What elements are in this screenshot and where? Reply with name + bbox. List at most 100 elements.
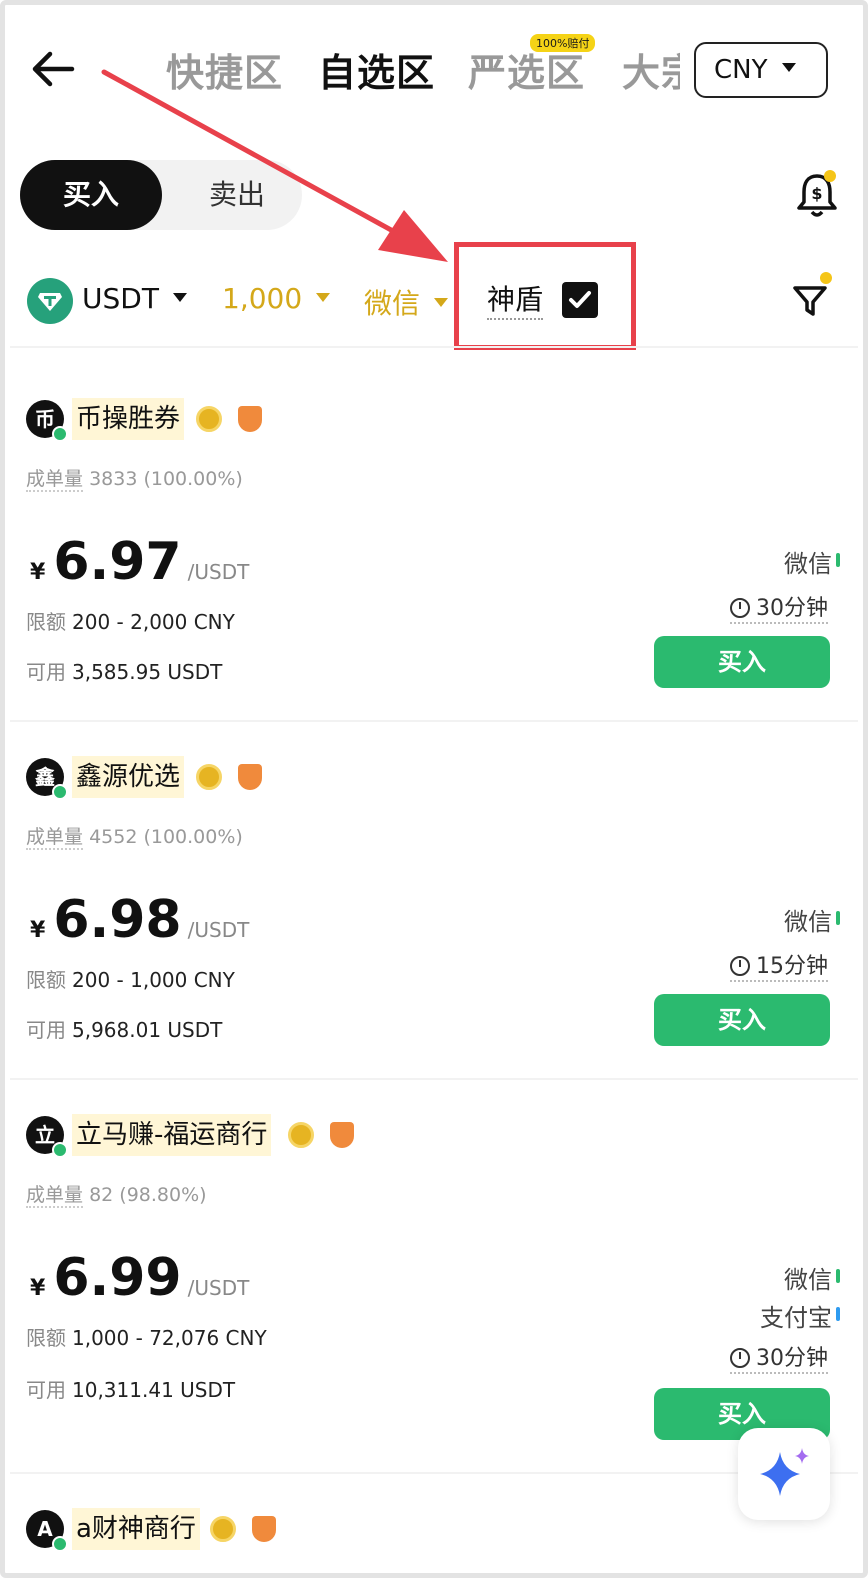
price-unit: /USDT (187, 918, 250, 942)
price-value: 6.98 (53, 890, 182, 950)
currency-symbol: ¥ (30, 918, 46, 943)
price-unit: /USDT (187, 1276, 250, 1300)
shield-badge-icon (252, 1516, 276, 1542)
orders-label: 成单量 (26, 1184, 84, 1208)
payment-method: 微信 (784, 544, 840, 579)
limit-label: 限额 (26, 1326, 66, 1350)
clock-icon (730, 1348, 750, 1368)
merchant-name: 币操胜券 (72, 398, 185, 440)
price-value: 6.99 (53, 1248, 182, 1308)
merchant-name: 鑫源优选 (72, 756, 185, 798)
clock-icon (730, 956, 750, 976)
shield-badge-icon (238, 406, 262, 432)
tab-bulk[interactable]: 大宗 (622, 42, 680, 98)
shield-badge-icon (330, 1122, 354, 1148)
payment-method: 微信 (784, 902, 840, 937)
gold-merchant-badge-icon (196, 764, 222, 790)
filter-active-dot (820, 272, 832, 284)
amount-filter-label: 1,000 (222, 282, 303, 315)
limit-value: 1,000 - 72,076 CNY (72, 1326, 267, 1350)
available-label: 可用 (26, 1378, 66, 1402)
time-value: 15分钟 (756, 954, 828, 979)
tab-bulk-label: 大宗 (622, 51, 680, 95)
caret-down-icon (172, 292, 187, 302)
filter-bar: USDT 1,000 微信 神盾 (0, 270, 868, 340)
orders-label: 成单量 (26, 826, 84, 850)
online-status-dot (52, 1142, 68, 1158)
payment-filter[interactable]: 微信 (364, 282, 449, 322)
funnel-icon[interactable] (790, 280, 830, 320)
coin-filter[interactable]: USDT (82, 282, 187, 315)
order-stats: 成单量 4552 (100.00%) (26, 822, 243, 850)
order-stats: 成单量 3833 (100.00%) (26, 464, 243, 492)
price: ¥6.99/USDT (30, 1248, 249, 1308)
tab-self-select[interactable]: 自选区 (318, 42, 435, 97)
price: ¥6.98/USDT (30, 890, 249, 950)
payment-time: 30分钟 (730, 1340, 828, 1374)
payment-time: 15分钟 (730, 948, 828, 982)
price-value: 6.97 (53, 532, 182, 592)
gold-merchant-badge-icon (288, 1122, 314, 1148)
currency-value: CNY (714, 55, 768, 85)
divider (10, 1472, 858, 1474)
orders-value: 82 (98.80%) (89, 1184, 207, 1206)
payment-filter-label: 微信 (364, 287, 421, 320)
limit-row: 限额 200 - 2,000 CNY (26, 606, 235, 635)
payment-method: 支付宝 (760, 1298, 840, 1333)
orders-value: 3833 (100.00%) (89, 468, 243, 490)
buy-sell-toggle: 买入 卖出 (20, 160, 302, 230)
buy-button[interactable]: 买入 (654, 994, 830, 1046)
tab-quick[interactable]: 快捷区 (166, 42, 283, 97)
amount-filter[interactable]: 1,000 (222, 282, 331, 315)
price: ¥6.97/USDT (30, 532, 249, 592)
price-unit: /USDT (187, 560, 250, 584)
limit-value: 200 - 1,000 CNY (72, 968, 235, 992)
compensation-badge: 100%赔付 (530, 34, 596, 52)
orders-label: 成单量 (26, 468, 84, 492)
available-row: 可用 10,311.41 USDT (26, 1374, 235, 1403)
ai-assistant-button[interactable] (738, 1428, 830, 1520)
merchant-name: 立马赚-福运商行 (72, 1114, 272, 1156)
payment-time: 30分钟 (730, 590, 828, 624)
divider (10, 1078, 858, 1080)
available-label: 可用 (26, 1018, 66, 1042)
gold-merchant-badge-icon (196, 406, 222, 432)
limit-label: 限额 (26, 610, 66, 634)
available-label: 可用 (26, 660, 66, 684)
back-arrow-icon[interactable] (28, 44, 78, 94)
limit-value: 200 - 2,000 CNY (72, 610, 235, 634)
sell-toggle-button[interactable]: 卖出 (172, 160, 302, 230)
buy-toggle-button[interactable]: 买入 (20, 160, 162, 230)
currency-symbol: ¥ (30, 1276, 46, 1301)
limit-row: 限额 1,000 - 72,076 CNY (26, 1322, 267, 1351)
sparkle-icon (760, 1448, 809, 1496)
online-status-dot (52, 426, 68, 442)
orders-value: 4552 (100.00%) (89, 826, 243, 848)
buy-button[interactable]: 买入 (654, 636, 830, 688)
limit-label: 限额 (26, 968, 66, 992)
top-nav: 快捷区 自选区 严选区 100%赔付 大宗 CNY (0, 30, 868, 110)
caret-down-icon (316, 292, 331, 302)
time-value: 30分钟 (756, 1346, 828, 1371)
coin-filter-label: USDT (82, 282, 159, 315)
available-value: 3,585.95 USDT (72, 660, 223, 684)
caret-down-icon (781, 63, 796, 72)
gold-merchant-badge-icon (210, 1516, 236, 1542)
available-row: 可用 3,585.95 USDT (26, 656, 222, 685)
currency-symbol: ¥ (30, 560, 46, 585)
available-row: 可用 5,968.01 USDT (26, 1014, 222, 1043)
divider (10, 720, 858, 722)
merchant-name: a财神商行 (72, 1508, 200, 1550)
available-value: 10,311.41 USDT (72, 1378, 236, 1402)
svg-text:$: $ (811, 184, 822, 203)
online-status-dot (52, 784, 68, 800)
currency-select[interactable]: CNY (694, 42, 828, 98)
divider (10, 346, 858, 348)
available-value: 5,968.01 USDT (72, 1018, 223, 1042)
annotation-highlight-box (454, 242, 636, 350)
payment-method: 微信 (784, 1260, 840, 1295)
shield-badge-icon (238, 764, 262, 790)
time-value: 30分钟 (756, 596, 828, 621)
notification-dot (824, 170, 836, 182)
usdt-logo-icon (27, 278, 73, 324)
